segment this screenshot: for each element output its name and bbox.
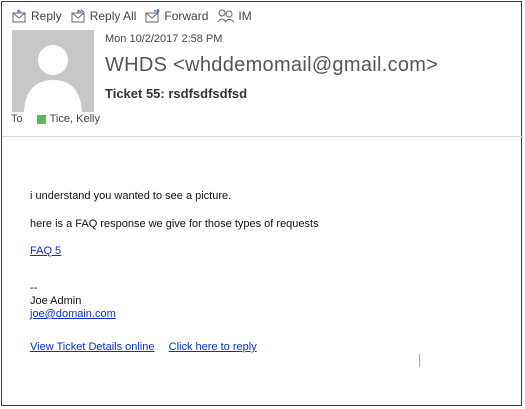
message-toolbar: Reply Reply All Forward IM <box>12 6 261 26</box>
signature-name: Joe Admin <box>30 295 82 307</box>
avatar-placeholder <box>24 45 82 112</box>
to-label: To <box>11 113 23 125</box>
im-button[interactable]: IM <box>217 9 252 23</box>
reply-link[interactable]: Click here to reply <box>169 341 257 353</box>
reply-button[interactable]: Reply <box>12 9 62 23</box>
body-line-1: i understand you wanted to see a picture… <box>30 190 232 202</box>
message-subject: Ticket 55: rsdfsdfsdfsd <box>105 86 248 101</box>
signature-dashes: -- <box>30 282 38 294</box>
sender-avatar <box>12 30 94 112</box>
signature-email-link[interactable]: joe@domain.com <box>30 308 116 320</box>
sender-name[interactable]: WHDS <whddemomail@gmail.com> <box>105 54 438 77</box>
header-divider <box>2 136 523 137</box>
message-date: Mon 10/2/2017 2:58 PM <box>105 33 223 45</box>
recipient-name[interactable]: Tice, Kelly <box>50 113 100 125</box>
reply-icon <box>12 9 26 23</box>
reply-all-button[interactable]: Reply All <box>71 9 137 23</box>
forward-button[interactable]: Forward <box>145 9 208 23</box>
reply-all-icon <box>71 9 85 23</box>
recipient-row: To Tice, Kelly <box>11 113 100 125</box>
forward-label: Forward <box>164 9 209 23</box>
faq-link[interactable]: FAQ 5 <box>30 245 61 257</box>
text-cursor <box>419 354 420 367</box>
reply-label: Reply <box>31 9 62 23</box>
reply-all-label: Reply All <box>89 9 137 23</box>
view-ticket-link[interactable]: View Ticket Details online <box>30 341 155 353</box>
presence-indicator-icon <box>36 114 46 124</box>
body-line-2: here is a FAQ response we give for those… <box>30 218 319 230</box>
forward-icon <box>145 9 161 23</box>
im-icon <box>217 9 235 23</box>
im-label: IM <box>238 9 252 23</box>
